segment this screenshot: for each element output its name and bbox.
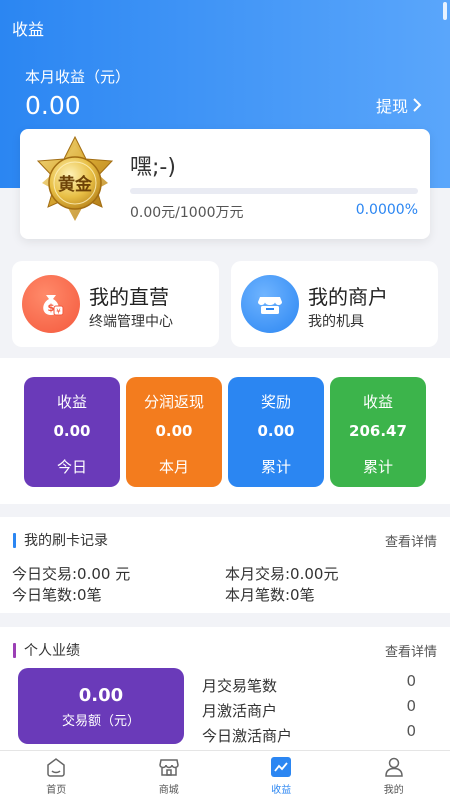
section-accent-bar bbox=[13, 642, 16, 658]
stat-period: 今日 bbox=[56, 458, 87, 476]
tab-label: 我的 bbox=[383, 784, 404, 796]
page-title: 收益 bbox=[12, 20, 45, 39]
entry-subtitle: 我的机具 bbox=[308, 314, 364, 330]
store-icon bbox=[241, 275, 299, 333]
stat-value: 0.00 bbox=[155, 422, 193, 440]
gold-medal-icon: 黄金 bbox=[36, 135, 114, 221]
my-direct-card[interactable]: $ ¥ 我的直营 终端管理中心 bbox=[12, 261, 219, 347]
chevron-right-icon bbox=[413, 98, 422, 112]
stat-value: 0.00 bbox=[257, 422, 295, 440]
withdraw-button[interactable]: 提现 bbox=[376, 93, 422, 117]
performance-more-link[interactable]: 查看详情 bbox=[385, 641, 437, 660]
tab-home[interactable]: 首页 bbox=[0, 751, 113, 800]
tab-label: 收益 bbox=[271, 784, 292, 796]
section-accent-bar bbox=[13, 532, 16, 548]
today-count: 今日笔数:0笔 bbox=[12, 586, 102, 604]
stat-period: 本月 bbox=[158, 458, 189, 476]
section-title: 个人业绩 bbox=[24, 643, 80, 659]
greeting-text: 嘿;-) bbox=[130, 155, 176, 180]
money-bag-icon: $ ¥ bbox=[22, 275, 80, 333]
svg-text:¥: ¥ bbox=[56, 308, 61, 316]
month-count: 本月笔数:0笔 bbox=[225, 586, 315, 604]
entry-title: 我的商户 bbox=[308, 285, 388, 309]
stat-card-month-commission[interactable]: 分润返现 0.00 本月 bbox=[126, 377, 222, 487]
trade-amount-value: 0.00 bbox=[78, 685, 124, 706]
profile-icon bbox=[384, 757, 403, 777]
stat-label: 收益 bbox=[56, 393, 87, 411]
bottom-tab-bar: 首页 商城 收益 我的 bbox=[0, 750, 450, 800]
earnings-chart-icon bbox=[271, 756, 292, 777]
perf-label: 月交易笔数 bbox=[202, 677, 278, 695]
stat-value: 0.00 bbox=[53, 422, 91, 440]
tab-label: 首页 bbox=[46, 784, 67, 796]
perf-label: 今日激活商户 bbox=[202, 727, 293, 745]
perf-row-today-activated: 今日激活商户 0 bbox=[202, 722, 416, 746]
earnings-page: 收益 本月收益（元） 0.00 提现 黄金 嘿;-) 0.00元/1000万元 … bbox=[0, 0, 450, 800]
level-progress-bar bbox=[130, 188, 418, 194]
trade-amount-box: 0.00 交易额（元） bbox=[18, 668, 184, 744]
top-bar: 收益 bbox=[0, 0, 450, 56]
perf-value: 0 bbox=[406, 697, 416, 715]
level-progress-percent: 0.0000% bbox=[355, 202, 418, 218]
perf-value: 0 bbox=[406, 722, 416, 740]
stat-label: 收益 bbox=[362, 393, 393, 411]
month-earnings-value: 0.00 bbox=[25, 91, 81, 120]
stat-label: 奖励 bbox=[260, 393, 291, 411]
level-progress-text: 0.00元/1000万元 bbox=[130, 205, 244, 221]
perf-row-month-activated: 月激活商户 0 bbox=[202, 697, 416, 721]
withdraw-label: 提现 bbox=[375, 97, 408, 116]
stat-label: 分润返现 bbox=[143, 393, 204, 411]
stat-card-total-earnings[interactable]: 收益 206.47 累计 bbox=[330, 377, 426, 487]
entry-title: 我的直营 bbox=[89, 285, 169, 309]
stat-value: 206.47 bbox=[349, 422, 407, 440]
tab-label: 商城 bbox=[158, 784, 179, 796]
stat-card-today-earnings[interactable]: 收益 0.00 今日 bbox=[24, 377, 120, 487]
scroll-indicator bbox=[443, 2, 447, 20]
perf-row-month-count: 月交易笔数 0 bbox=[202, 672, 416, 696]
tab-mine[interactable]: 我的 bbox=[338, 751, 450, 800]
month-trade: 本月交易:0.00元 bbox=[225, 565, 339, 583]
trade-amount-label: 交易额（元） bbox=[61, 714, 140, 729]
swipe-records-header: 我的刷卡记录 bbox=[13, 530, 108, 550]
my-merchants-card[interactable]: 我的商户 我的机具 bbox=[231, 261, 438, 347]
performance-header: 个人业绩 bbox=[13, 640, 80, 660]
home-icon bbox=[47, 757, 65, 777]
perf-label: 月激活商户 bbox=[202, 702, 278, 720]
month-earnings-label: 本月收益（元） bbox=[25, 68, 131, 86]
swipe-records-more-link[interactable]: 查看详情 bbox=[385, 531, 437, 550]
level-card: 黄金 嘿;-) 0.00元/1000万元 0.0000% bbox=[20, 129, 430, 239]
stat-period: 累计 bbox=[260, 458, 291, 476]
medal-badge-text: 黄金 bbox=[58, 174, 93, 195]
tab-earnings[interactable]: 收益 bbox=[225, 751, 338, 800]
stat-card-total-rewards[interactable]: 奖励 0.00 累计 bbox=[228, 377, 324, 487]
stat-period: 累计 bbox=[362, 458, 393, 476]
entry-subtitle: 终端管理中心 bbox=[89, 314, 173, 330]
section-title: 我的刷卡记录 bbox=[24, 533, 108, 549]
tab-shop[interactable]: 商城 bbox=[113, 751, 226, 800]
today-trade: 今日交易:0.00 元 bbox=[12, 565, 131, 583]
perf-value: 0 bbox=[406, 672, 416, 690]
svg-text:$: $ bbox=[48, 303, 55, 314]
shop-icon bbox=[158, 758, 179, 776]
